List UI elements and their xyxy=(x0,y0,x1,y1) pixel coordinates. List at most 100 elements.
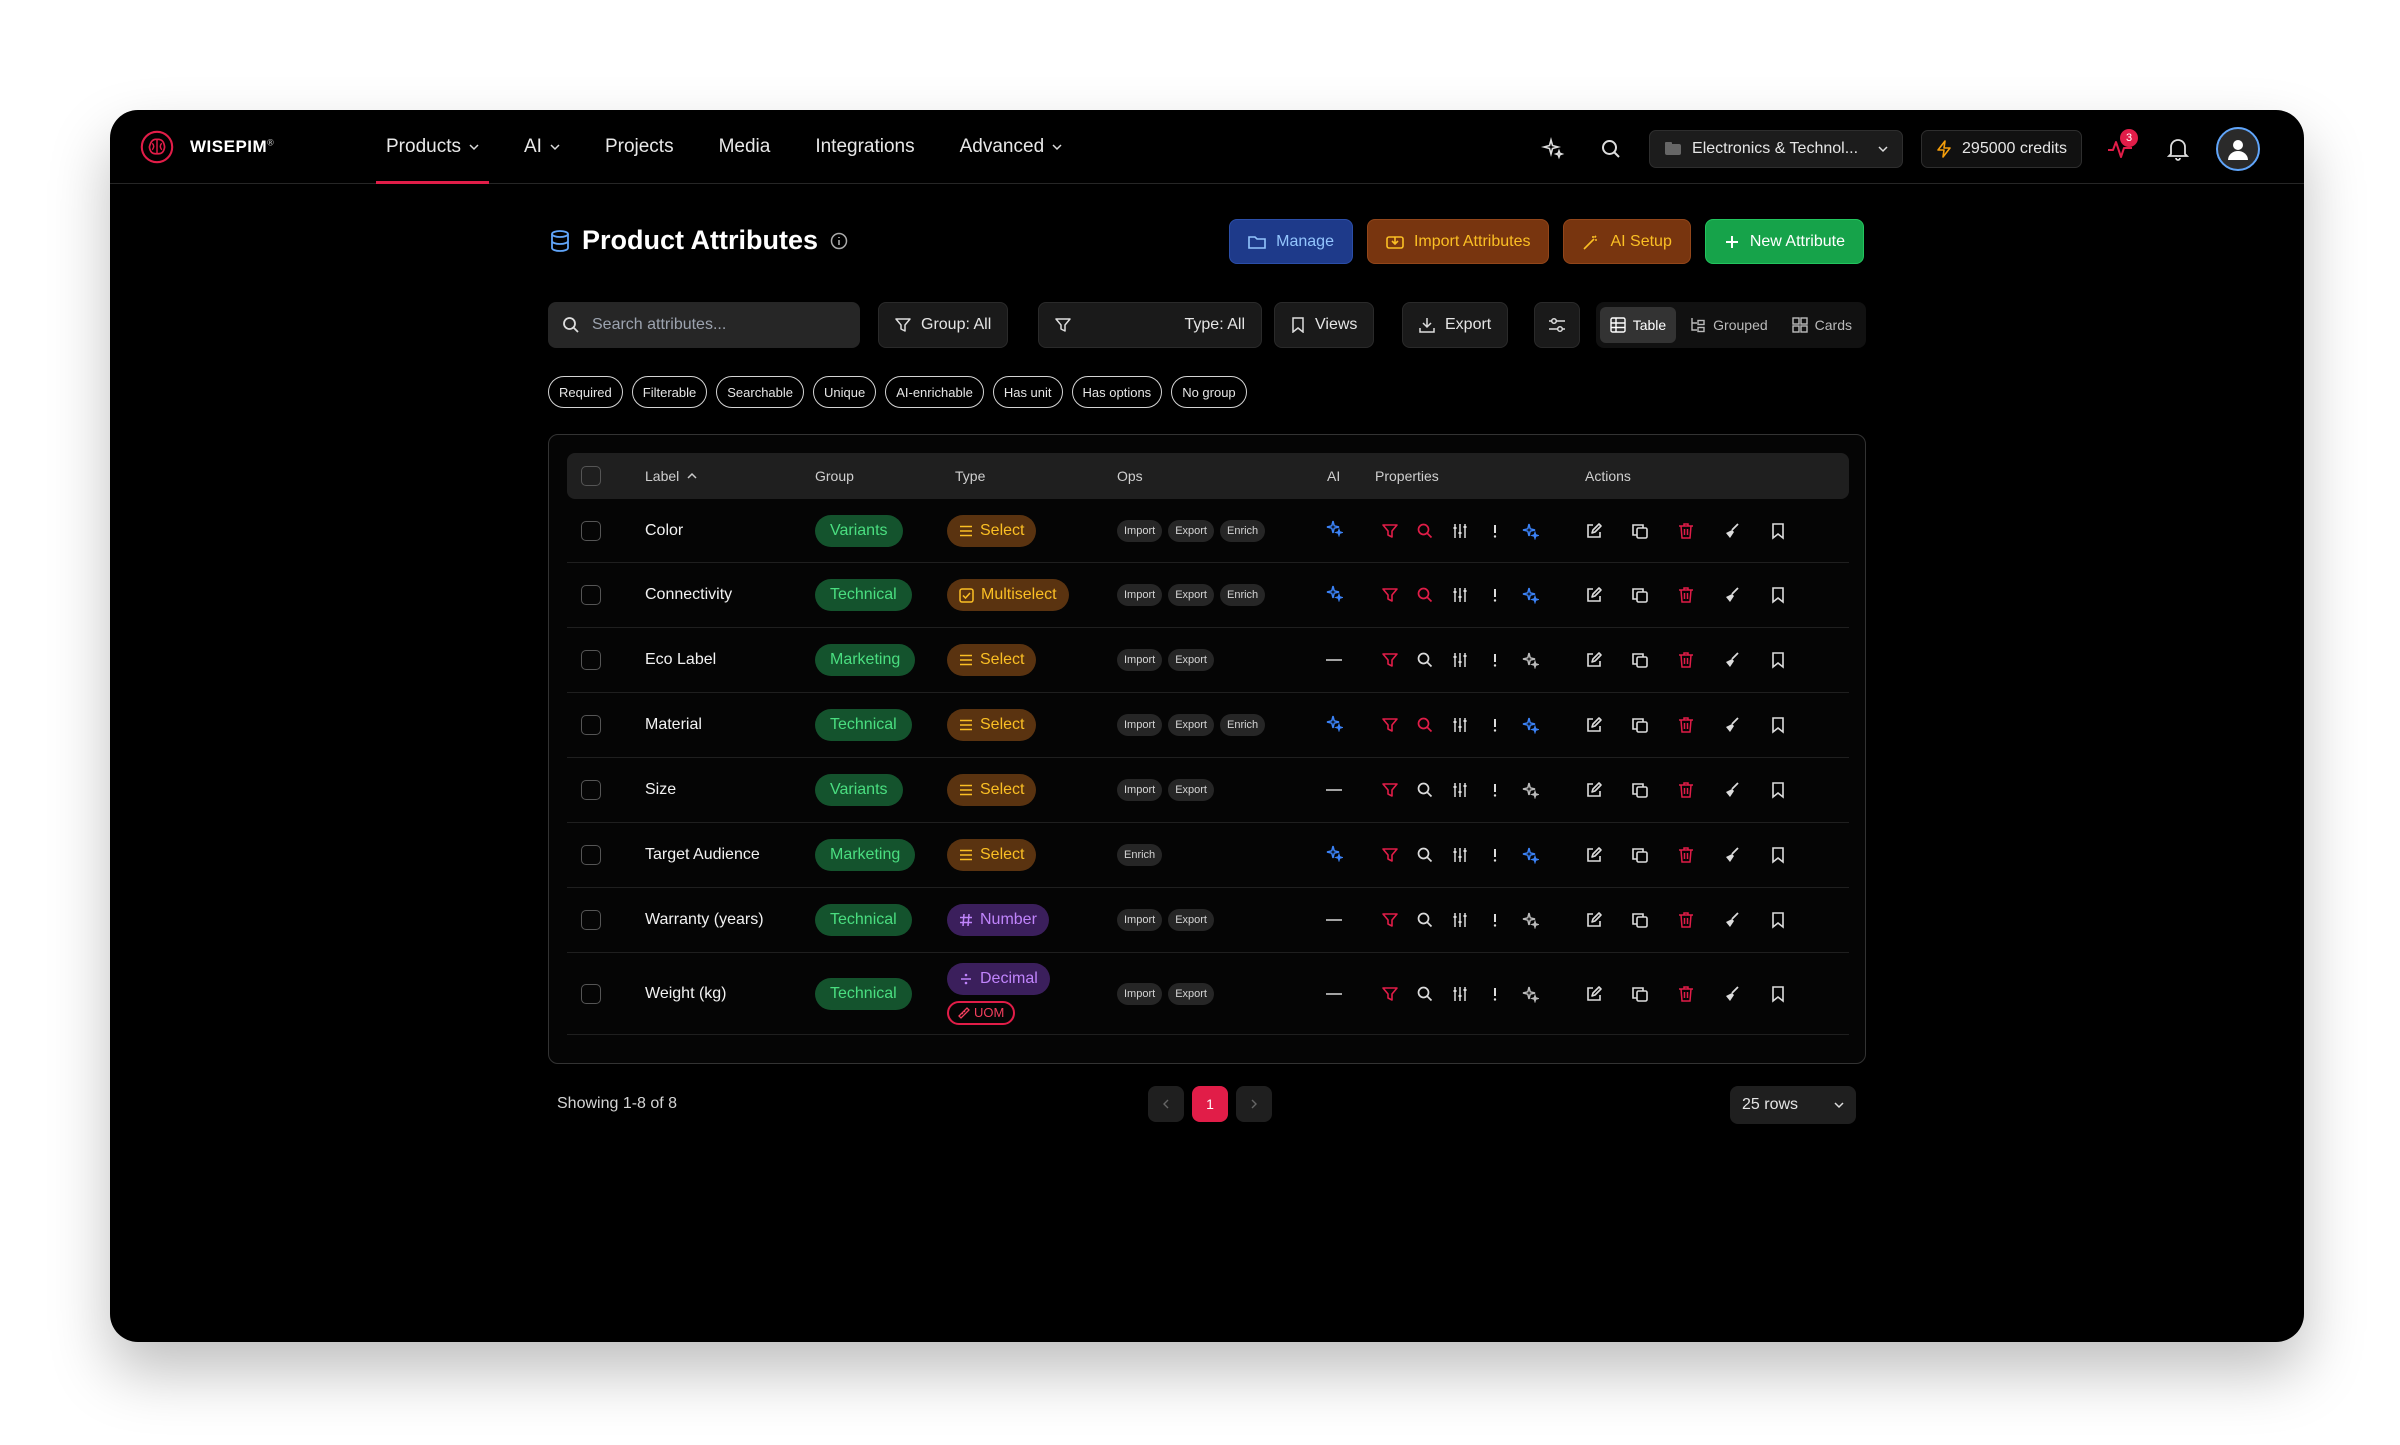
sliders-icon[interactable] xyxy=(1442,586,1477,604)
chip-searchable[interactable]: Searchable xyxy=(716,376,805,408)
info-icon[interactable] xyxy=(830,232,848,250)
searchable-icon[interactable] xyxy=(1407,846,1442,864)
searchable-icon[interactable] xyxy=(1407,911,1442,929)
duplicate-icon[interactable] xyxy=(1617,911,1663,929)
filterable-icon[interactable] xyxy=(1372,651,1407,669)
nav-ai[interactable]: AI xyxy=(514,110,570,184)
sliders-icon[interactable] xyxy=(1442,651,1477,669)
bookmark-icon[interactable] xyxy=(1755,985,1801,1003)
prev-page-button[interactable] xyxy=(1148,1086,1184,1122)
chip-required[interactable]: Required xyxy=(548,376,623,408)
chip-has-unit[interactable]: Has unit xyxy=(992,376,1063,408)
duplicate-icon[interactable] xyxy=(1617,781,1663,799)
ai-enabled-icon[interactable] xyxy=(1512,522,1547,540)
row-checkbox[interactable] xyxy=(581,650,601,670)
filterable-icon[interactable] xyxy=(1372,716,1407,734)
duplicate-icon[interactable] xyxy=(1617,522,1663,540)
view-cards[interactable]: Cards xyxy=(1782,307,1862,343)
chip-ai-enrichable[interactable]: AI-enrichable xyxy=(885,376,984,408)
sliders-icon[interactable] xyxy=(1442,911,1477,929)
searchable-icon[interactable] xyxy=(1407,586,1442,604)
sliders-icon[interactable] xyxy=(1442,846,1477,864)
bookmark-icon[interactable] xyxy=(1755,716,1801,734)
delete-icon[interactable] xyxy=(1663,716,1709,734)
delete-icon[interactable] xyxy=(1663,911,1709,929)
filterable-icon[interactable] xyxy=(1372,586,1407,604)
clean-icon[interactable] xyxy=(1709,846,1755,864)
clean-icon[interactable] xyxy=(1709,522,1755,540)
views-button[interactable]: Views xyxy=(1274,302,1375,348)
required-icon[interactable] xyxy=(1477,716,1512,734)
ai-disabled-icon[interactable] xyxy=(1512,911,1547,929)
filterable-icon[interactable] xyxy=(1372,522,1407,540)
searchable-icon[interactable] xyxy=(1407,522,1442,540)
export-button[interactable]: Export xyxy=(1402,302,1509,348)
required-icon[interactable] xyxy=(1477,651,1512,669)
searchable-icon[interactable] xyxy=(1407,651,1442,669)
logo[interactable]: WISEPIM® xyxy=(138,128,274,166)
ai-enabled-icon[interactable] xyxy=(1512,716,1547,734)
filterable-icon[interactable] xyxy=(1372,985,1407,1003)
sliders-icon[interactable] xyxy=(1442,716,1477,734)
edit-icon[interactable] xyxy=(1571,911,1617,929)
type-filter[interactable]: Type: All xyxy=(1038,302,1262,348)
clean-icon[interactable] xyxy=(1709,586,1755,604)
column-settings-button[interactable] xyxy=(1534,302,1580,348)
view-table[interactable]: Table xyxy=(1599,307,1677,343)
filterable-icon[interactable] xyxy=(1372,911,1407,929)
search-input[interactable]: Search attributes... xyxy=(548,302,860,348)
edit-icon[interactable] xyxy=(1571,651,1617,669)
row-checkbox[interactable] xyxy=(581,845,601,865)
bookmark-icon[interactable] xyxy=(1755,522,1801,540)
attribute-label[interactable]: Size xyxy=(645,758,676,822)
searchable-icon[interactable] xyxy=(1407,985,1442,1003)
ai-enrich-icon[interactable] xyxy=(1325,584,1343,607)
delete-icon[interactable] xyxy=(1663,586,1709,604)
required-icon[interactable] xyxy=(1477,985,1512,1003)
attribute-label[interactable]: Weight (kg) xyxy=(645,953,727,1034)
table-row[interactable]: Color Variants Select Import Export Enrich xyxy=(567,499,1849,563)
sliders-icon[interactable] xyxy=(1442,985,1477,1003)
rows-per-page-select[interactable]: 25 rows xyxy=(1730,1086,1856,1124)
table-row[interactable]: Warranty (years) Technical Number Import… xyxy=(567,888,1849,953)
delete-icon[interactable] xyxy=(1663,522,1709,540)
edit-icon[interactable] xyxy=(1571,781,1617,799)
attribute-label[interactable]: Eco Label xyxy=(645,628,716,692)
delete-icon[interactable] xyxy=(1663,985,1709,1003)
edit-icon[interactable] xyxy=(1571,716,1617,734)
import-attributes-button[interactable]: Import Attributes xyxy=(1366,219,1550,264)
activity-button[interactable]: 3 xyxy=(2100,129,2140,169)
required-icon[interactable] xyxy=(1477,781,1512,799)
workspace-select[interactable]: Electronics & Technol... xyxy=(1649,130,1904,168)
filterable-icon[interactable] xyxy=(1372,781,1407,799)
chip-no-group[interactable]: No group xyxy=(1171,376,1247,408)
table-row[interactable]: Connectivity Technical Multiselect Impor… xyxy=(567,563,1849,628)
view-grouped[interactable]: Grouped xyxy=(1680,307,1777,343)
notifications-button[interactable] xyxy=(2158,129,2198,169)
delete-icon[interactable] xyxy=(1663,781,1709,799)
ai-enrich-icon[interactable] xyxy=(1325,519,1343,542)
chip-filterable[interactable]: Filterable xyxy=(631,376,708,408)
bookmark-icon[interactable] xyxy=(1755,651,1801,669)
ai-enabled-icon[interactable] xyxy=(1512,846,1547,864)
edit-icon[interactable] xyxy=(1571,522,1617,540)
attribute-label[interactable]: Color xyxy=(645,499,683,562)
sliders-icon[interactable] xyxy=(1442,522,1477,540)
required-icon[interactable] xyxy=(1477,586,1512,604)
new-attribute-button[interactable]: New Attribute xyxy=(1704,219,1864,264)
clean-icon[interactable] xyxy=(1709,781,1755,799)
manage-button[interactable]: Manage xyxy=(1229,219,1353,264)
search-button[interactable] xyxy=(1591,129,1631,169)
row-checkbox[interactable] xyxy=(581,983,601,1004)
attribute-label[interactable]: Material xyxy=(645,693,702,757)
chip-has-options[interactable]: Has options xyxy=(1071,376,1163,408)
ai-enabled-icon[interactable] xyxy=(1512,586,1547,604)
nav-advanced[interactable]: Advanced xyxy=(950,110,1073,184)
ai-disabled-icon[interactable] xyxy=(1512,651,1547,669)
table-row[interactable]: Eco Label Marketing Select Import Export xyxy=(567,628,1849,693)
next-page-button[interactable] xyxy=(1236,1086,1272,1122)
bookmark-icon[interactable] xyxy=(1755,781,1801,799)
nav-products[interactable]: Products xyxy=(376,110,489,184)
bookmark-icon[interactable] xyxy=(1755,911,1801,929)
duplicate-icon[interactable] xyxy=(1617,651,1663,669)
